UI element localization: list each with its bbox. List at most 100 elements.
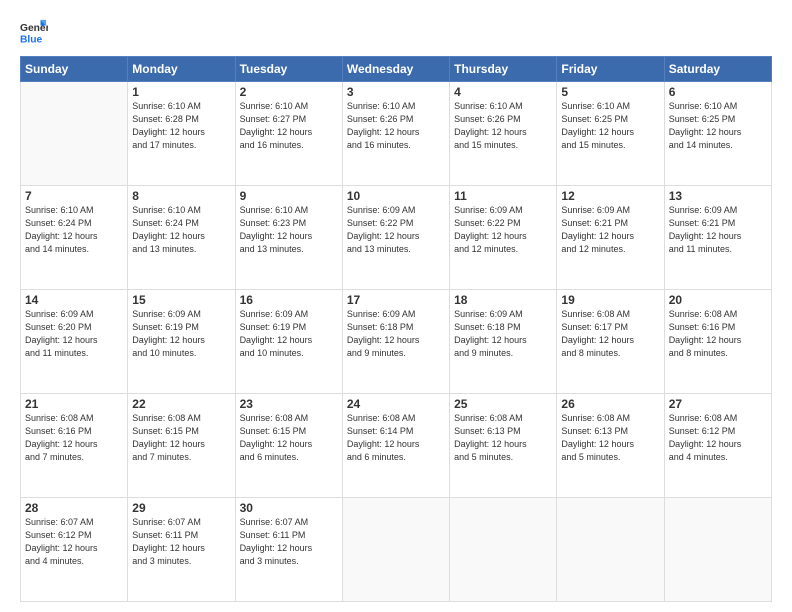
calendar-cell: 3Sunrise: 6:10 AM Sunset: 6:26 PM Daylig… <box>342 82 449 186</box>
day-info: Sunrise: 6:09 AM Sunset: 6:21 PM Dayligh… <box>561 204 659 256</box>
calendar-cell: 12Sunrise: 6:09 AM Sunset: 6:21 PM Dayli… <box>557 186 664 290</box>
day-number: 27 <box>669 397 767 411</box>
calendar-cell: 9Sunrise: 6:10 AM Sunset: 6:23 PM Daylig… <box>235 186 342 290</box>
calendar-cell: 4Sunrise: 6:10 AM Sunset: 6:26 PM Daylig… <box>450 82 557 186</box>
day-info: Sunrise: 6:07 AM Sunset: 6:11 PM Dayligh… <box>240 516 338 568</box>
calendar-cell: 13Sunrise: 6:09 AM Sunset: 6:21 PM Dayli… <box>664 186 771 290</box>
calendar-cell: 14Sunrise: 6:09 AM Sunset: 6:20 PM Dayli… <box>21 290 128 394</box>
weekday-header-saturday: Saturday <box>664 57 771 82</box>
day-info: Sunrise: 6:08 AM Sunset: 6:14 PM Dayligh… <box>347 412 445 464</box>
day-info: Sunrise: 6:08 AM Sunset: 6:15 PM Dayligh… <box>132 412 230 464</box>
calendar-cell: 24Sunrise: 6:08 AM Sunset: 6:14 PM Dayli… <box>342 394 449 498</box>
logo-icon: General Blue <box>20 18 48 46</box>
day-number: 4 <box>454 85 552 99</box>
calendar-cell: 20Sunrise: 6:08 AM Sunset: 6:16 PM Dayli… <box>664 290 771 394</box>
calendar-cell <box>557 498 664 602</box>
day-number: 23 <box>240 397 338 411</box>
day-number: 18 <box>454 293 552 307</box>
day-info: Sunrise: 6:10 AM Sunset: 6:25 PM Dayligh… <box>669 100 767 152</box>
day-info: Sunrise: 6:09 AM Sunset: 6:22 PM Dayligh… <box>347 204 445 256</box>
calendar-cell: 10Sunrise: 6:09 AM Sunset: 6:22 PM Dayli… <box>342 186 449 290</box>
day-number: 10 <box>347 189 445 203</box>
day-number: 21 <box>25 397 123 411</box>
day-number: 12 <box>561 189 659 203</box>
day-number: 8 <box>132 189 230 203</box>
calendar-week-row: 7Sunrise: 6:10 AM Sunset: 6:24 PM Daylig… <box>21 186 772 290</box>
day-number: 25 <box>454 397 552 411</box>
calendar-cell: 26Sunrise: 6:08 AM Sunset: 6:13 PM Dayli… <box>557 394 664 498</box>
calendar-cell: 6Sunrise: 6:10 AM Sunset: 6:25 PM Daylig… <box>664 82 771 186</box>
day-number: 6 <box>669 85 767 99</box>
calendar-week-row: 28Sunrise: 6:07 AM Sunset: 6:12 PM Dayli… <box>21 498 772 602</box>
calendar-cell: 30Sunrise: 6:07 AM Sunset: 6:11 PM Dayli… <box>235 498 342 602</box>
calendar-cell: 28Sunrise: 6:07 AM Sunset: 6:12 PM Dayli… <box>21 498 128 602</box>
calendar-header-row: SundayMondayTuesdayWednesdayThursdayFrid… <box>21 57 772 82</box>
weekday-header-friday: Friday <box>557 57 664 82</box>
day-info: Sunrise: 6:07 AM Sunset: 6:11 PM Dayligh… <box>132 516 230 568</box>
calendar-cell: 17Sunrise: 6:09 AM Sunset: 6:18 PM Dayli… <box>342 290 449 394</box>
day-info: Sunrise: 6:10 AM Sunset: 6:23 PM Dayligh… <box>240 204 338 256</box>
calendar-cell: 22Sunrise: 6:08 AM Sunset: 6:15 PM Dayli… <box>128 394 235 498</box>
day-info: Sunrise: 6:10 AM Sunset: 6:25 PM Dayligh… <box>561 100 659 152</box>
day-number: 26 <box>561 397 659 411</box>
weekday-header-tuesday: Tuesday <box>235 57 342 82</box>
weekday-header-thursday: Thursday <box>450 57 557 82</box>
day-info: Sunrise: 6:08 AM Sunset: 6:17 PM Dayligh… <box>561 308 659 360</box>
day-number: 3 <box>347 85 445 99</box>
day-number: 16 <box>240 293 338 307</box>
calendar-cell: 7Sunrise: 6:10 AM Sunset: 6:24 PM Daylig… <box>21 186 128 290</box>
calendar-cell: 16Sunrise: 6:09 AM Sunset: 6:19 PM Dayli… <box>235 290 342 394</box>
day-info: Sunrise: 6:10 AM Sunset: 6:24 PM Dayligh… <box>25 204 123 256</box>
day-info: Sunrise: 6:08 AM Sunset: 6:16 PM Dayligh… <box>669 308 767 360</box>
day-number: 22 <box>132 397 230 411</box>
calendar-cell: 21Sunrise: 6:08 AM Sunset: 6:16 PM Dayli… <box>21 394 128 498</box>
day-info: Sunrise: 6:09 AM Sunset: 6:19 PM Dayligh… <box>240 308 338 360</box>
header: General Blue <box>20 18 772 46</box>
day-number: 7 <box>25 189 123 203</box>
calendar-cell: 8Sunrise: 6:10 AM Sunset: 6:24 PM Daylig… <box>128 186 235 290</box>
day-number: 14 <box>25 293 123 307</box>
day-number: 5 <box>561 85 659 99</box>
day-number: 30 <box>240 501 338 515</box>
day-info: Sunrise: 6:08 AM Sunset: 6:13 PM Dayligh… <box>454 412 552 464</box>
calendar-cell: 18Sunrise: 6:09 AM Sunset: 6:18 PM Dayli… <box>450 290 557 394</box>
weekday-header-monday: Monday <box>128 57 235 82</box>
calendar-cell <box>664 498 771 602</box>
day-info: Sunrise: 6:09 AM Sunset: 6:22 PM Dayligh… <box>454 204 552 256</box>
day-number: 11 <box>454 189 552 203</box>
calendar-week-row: 14Sunrise: 6:09 AM Sunset: 6:20 PM Dayli… <box>21 290 772 394</box>
day-number: 19 <box>561 293 659 307</box>
day-number: 29 <box>132 501 230 515</box>
day-info: Sunrise: 6:10 AM Sunset: 6:26 PM Dayligh… <box>347 100 445 152</box>
day-info: Sunrise: 6:07 AM Sunset: 6:12 PM Dayligh… <box>25 516 123 568</box>
day-number: 17 <box>347 293 445 307</box>
day-info: Sunrise: 6:08 AM Sunset: 6:13 PM Dayligh… <box>561 412 659 464</box>
calendar-week-row: 1Sunrise: 6:10 AM Sunset: 6:28 PM Daylig… <box>21 82 772 186</box>
day-number: 24 <box>347 397 445 411</box>
day-info: Sunrise: 6:10 AM Sunset: 6:27 PM Dayligh… <box>240 100 338 152</box>
day-number: 28 <box>25 501 123 515</box>
calendar-cell <box>342 498 449 602</box>
calendar-week-row: 21Sunrise: 6:08 AM Sunset: 6:16 PM Dayli… <box>21 394 772 498</box>
svg-text:Blue: Blue <box>20 34 43 45</box>
day-number: 20 <box>669 293 767 307</box>
calendar-cell: 27Sunrise: 6:08 AM Sunset: 6:12 PM Dayli… <box>664 394 771 498</box>
day-number: 13 <box>669 189 767 203</box>
day-info: Sunrise: 6:09 AM Sunset: 6:18 PM Dayligh… <box>454 308 552 360</box>
day-info: Sunrise: 6:09 AM Sunset: 6:20 PM Dayligh… <box>25 308 123 360</box>
day-number: 15 <box>132 293 230 307</box>
calendar-cell: 5Sunrise: 6:10 AM Sunset: 6:25 PM Daylig… <box>557 82 664 186</box>
day-info: Sunrise: 6:08 AM Sunset: 6:15 PM Dayligh… <box>240 412 338 464</box>
day-info: Sunrise: 6:10 AM Sunset: 6:28 PM Dayligh… <box>132 100 230 152</box>
day-info: Sunrise: 6:10 AM Sunset: 6:26 PM Dayligh… <box>454 100 552 152</box>
calendar-cell: 2Sunrise: 6:10 AM Sunset: 6:27 PM Daylig… <box>235 82 342 186</box>
day-number: 9 <box>240 189 338 203</box>
calendar-cell: 15Sunrise: 6:09 AM Sunset: 6:19 PM Dayli… <box>128 290 235 394</box>
day-info: Sunrise: 6:08 AM Sunset: 6:12 PM Dayligh… <box>669 412 767 464</box>
calendar-cell: 1Sunrise: 6:10 AM Sunset: 6:28 PM Daylig… <box>128 82 235 186</box>
day-number: 2 <box>240 85 338 99</box>
weekday-header-wednesday: Wednesday <box>342 57 449 82</box>
logo: General Blue <box>20 18 48 46</box>
day-info: Sunrise: 6:09 AM Sunset: 6:18 PM Dayligh… <box>347 308 445 360</box>
day-number: 1 <box>132 85 230 99</box>
